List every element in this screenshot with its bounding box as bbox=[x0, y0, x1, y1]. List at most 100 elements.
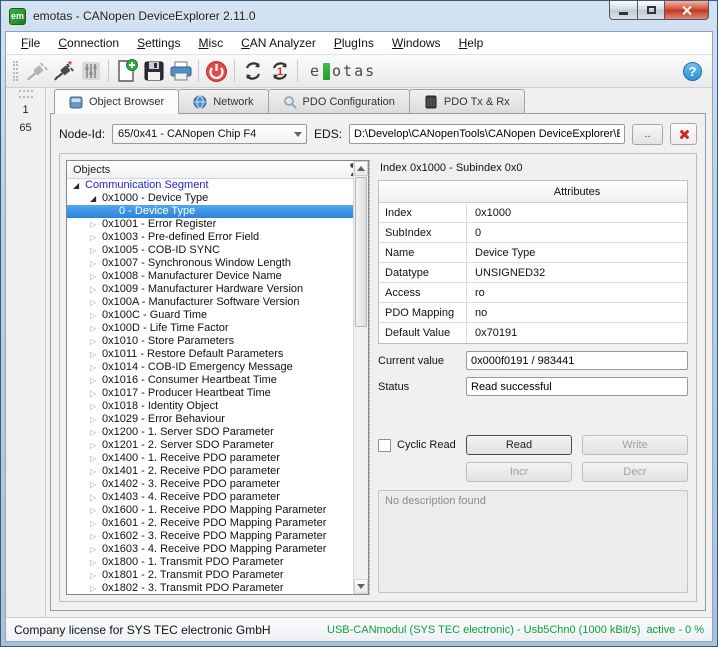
tree-expand-icon[interactable]: ▷ bbox=[90, 335, 102, 348]
tree-item[interactable]: ▷0x1017 - Producer Heartbeat Time bbox=[67, 387, 353, 400]
tree-expand-icon[interactable]: ▷ bbox=[90, 374, 102, 387]
tree-item[interactable]: ▷0x1802 - 3. Transmit PDO Parameter bbox=[67, 582, 353, 594]
refresh-node-button[interactable]: 1 bbox=[266, 58, 293, 84]
tree-expand-icon[interactable]: ▷ bbox=[90, 517, 102, 530]
refresh-button[interactable] bbox=[239, 58, 266, 84]
tree-expand-icon[interactable]: ▷ bbox=[90, 348, 102, 361]
toolbar-grip[interactable] bbox=[13, 61, 18, 81]
incr-button[interactable]: Incr bbox=[466, 462, 572, 482]
menu-item[interactable]: CAN Analyzer bbox=[232, 33, 325, 53]
tree-item[interactable]: ▷0x1603 - 4. Receive PDO Mapping Paramet… bbox=[67, 543, 353, 556]
tree-item[interactable]: ▷0x1014 - COB-ID Emergency Message bbox=[67, 361, 353, 374]
tree-scrollbar[interactable] bbox=[353, 161, 368, 594]
close-button[interactable] bbox=[665, 1, 709, 20]
tree-expand-icon[interactable]: ▷ bbox=[90, 491, 102, 504]
eds-path-input[interactable] bbox=[349, 124, 625, 144]
scroll-up-icon[interactable] bbox=[354, 161, 368, 176]
tree-expand-icon[interactable]: ▷ bbox=[90, 504, 102, 517]
tree-expand-icon[interactable]: ▷ bbox=[90, 244, 102, 257]
tree-expand-icon[interactable]: ▷ bbox=[90, 322, 102, 335]
tree-item[interactable]: ▷0x1018 - Identity Object bbox=[67, 400, 353, 413]
tree-expand-icon[interactable]: ▷ bbox=[90, 218, 102, 231]
print-button[interactable] bbox=[167, 58, 194, 84]
menu-item[interactable]: Connection bbox=[49, 33, 128, 53]
tree-item[interactable]: ▷0x100C - Guard Time bbox=[67, 309, 353, 322]
save-button[interactable] bbox=[140, 58, 167, 84]
tree-item[interactable]: ▷0x1600 - 1. Receive PDO Mapping Paramet… bbox=[67, 504, 353, 517]
tree-expand-icon[interactable]: ▷ bbox=[90, 296, 102, 309]
disconnect-button[interactable] bbox=[23, 58, 50, 84]
tree-item[interactable]: ▷0x1602 - 3. Receive PDO Mapping Paramet… bbox=[67, 530, 353, 543]
tree-item[interactable]: 0 - Device Type bbox=[67, 205, 353, 218]
menu-item[interactable]: Settings bbox=[128, 33, 189, 53]
tree-item[interactable]: ▷0x1029 - Error Behaviour bbox=[67, 413, 353, 426]
decr-button[interactable]: Decr bbox=[582, 462, 688, 482]
tree-item[interactable]: ▷0x1003 - Pre-defined Error Field bbox=[67, 231, 353, 244]
menu-item[interactable]: File bbox=[12, 33, 49, 53]
tree-item[interactable]: ▷0x1201 - 2. Server SDO Parameter bbox=[67, 439, 353, 452]
tab-pdo-configuration[interactable]: PDO Configuration bbox=[268, 89, 410, 113]
tree-item[interactable]: ▷0x100A - Manufacturer Software Version bbox=[67, 296, 353, 309]
tree-expand-icon[interactable]: ▷ bbox=[90, 283, 102, 296]
tab-object-browser[interactable]: Object Browser bbox=[54, 89, 179, 114]
read-button[interactable]: Read bbox=[466, 435, 572, 455]
tree-expand-icon[interactable]: ▷ bbox=[90, 465, 102, 478]
tree-item[interactable]: ◢0x1000 - Device Type bbox=[67, 192, 353, 205]
tree-expand-icon[interactable]: ▷ bbox=[90, 361, 102, 374]
menu-item[interactable]: PlugIns bbox=[325, 33, 383, 53]
tree-item[interactable]: ▷0x1009 - Manufacturer Hardware Version bbox=[67, 283, 353, 296]
node-id-combobox[interactable]: 65/0x41 - CANopen Chip F4 bbox=[112, 124, 307, 144]
tree-expand-icon[interactable]: ▷ bbox=[90, 478, 102, 491]
connect-button[interactable]: * bbox=[50, 58, 77, 84]
eds-clear-button[interactable] bbox=[670, 123, 697, 145]
status-input[interactable] bbox=[466, 377, 688, 396]
scrollbar-thumb[interactable] bbox=[355, 177, 367, 327]
tree-item[interactable]: ▷0x1001 - Error Register bbox=[67, 218, 353, 231]
tree-expand-icon[interactable]: ▷ bbox=[90, 556, 102, 569]
filter-button[interactable] bbox=[77, 58, 104, 84]
current-value-input[interactable] bbox=[466, 351, 688, 370]
tree-expand-icon[interactable]: ▷ bbox=[90, 426, 102, 439]
description-box[interactable]: No description found bbox=[378, 490, 688, 593]
tree-expand-icon[interactable]: ◢ bbox=[90, 192, 102, 205]
tree-item[interactable]: ▷0x1010 - Store Parameters bbox=[67, 335, 353, 348]
tree-expand-icon[interactable]: ◢ bbox=[73, 179, 85, 192]
power-button[interactable] bbox=[203, 58, 230, 84]
eds-browse-button[interactable]: .. bbox=[632, 124, 663, 145]
tab-network[interactable]: Network bbox=[178, 89, 268, 113]
scroll-down-icon[interactable] bbox=[354, 579, 368, 594]
tree-item[interactable]: ▷0x1402 - 3. Receive PDO parameter bbox=[67, 478, 353, 491]
tree-item[interactable]: ▷0x1601 - 2. Receive PDO Mapping Paramet… bbox=[67, 517, 353, 530]
tree-item[interactable]: ▷0x1200 - 1. Server SDO Parameter bbox=[67, 426, 353, 439]
tree-item[interactable]: ▷0x1401 - 2. Receive PDO parameter bbox=[67, 465, 353, 478]
write-button[interactable]: Write bbox=[582, 435, 688, 455]
tree-item[interactable]: ▷0x1007 - Synchronous Window Length bbox=[67, 257, 353, 270]
tree-item[interactable]: ▷0x1005 - COB-ID SYNC bbox=[67, 244, 353, 257]
tree-expand-icon[interactable]: ▷ bbox=[90, 270, 102, 283]
tree-expand-icon[interactable]: ▷ bbox=[90, 582, 102, 594]
cyclic-read-checkbox[interactable] bbox=[378, 439, 391, 452]
tree-item[interactable]: ▷0x1008 - Manufacturer Device Name bbox=[67, 270, 353, 283]
tree-item[interactable]: ▷0x1800 - 1. Transmit PDO Parameter bbox=[67, 556, 353, 569]
tree-expand-icon[interactable]: ▷ bbox=[90, 569, 102, 582]
tree-item[interactable]: ◢Communication Segment bbox=[67, 179, 353, 192]
tree-item[interactable]: ▷0x1400 - 1. Receive PDO parameter bbox=[67, 452, 353, 465]
menu-item[interactable]: Help bbox=[450, 33, 493, 53]
tree-expand-icon[interactable]: ▷ bbox=[90, 530, 102, 543]
tree-item[interactable]: ▷0x1801 - 2. Transmit PDO Parameter bbox=[67, 569, 353, 582]
dock-grip[interactable] bbox=[19, 90, 33, 98]
tree-item[interactable]: ▷0x100D - Life Time Factor bbox=[67, 322, 353, 335]
menu-item[interactable]: Windows bbox=[383, 33, 450, 53]
tab-pdo-tx-rx[interactable]: PDO Tx & Rx bbox=[409, 89, 525, 113]
tree-item[interactable]: ▷0x1011 - Restore Default Parameters bbox=[67, 348, 353, 361]
tree-expand-icon[interactable]: ▷ bbox=[90, 452, 102, 465]
tree-item[interactable]: ▷0x1403 - 4. Receive PDO parameter bbox=[67, 491, 353, 504]
node-list-item[interactable]: 65 bbox=[13, 119, 37, 137]
node-list-item[interactable]: 1 bbox=[16, 101, 34, 119]
tree-expand-icon[interactable]: ▷ bbox=[90, 400, 102, 413]
tree-expand-icon[interactable]: ▷ bbox=[90, 543, 102, 556]
maximize-button[interactable] bbox=[638, 1, 665, 20]
title-bar[interactable]: em emotas - CANopen DeviceExplorer 2.11.… bbox=[1, 1, 717, 31]
menu-item[interactable]: Misc bbox=[189, 33, 232, 53]
tree-expand-icon[interactable]: ▷ bbox=[90, 439, 102, 452]
